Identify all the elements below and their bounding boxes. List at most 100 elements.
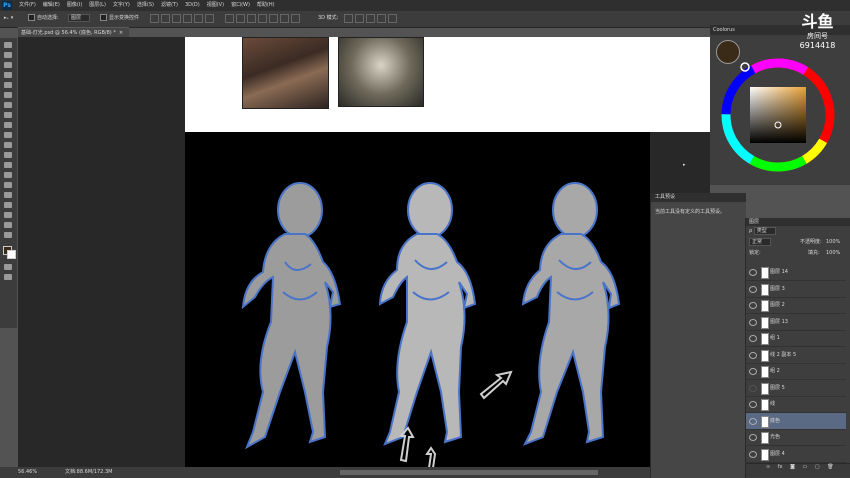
layer-row[interactable]: 图层 3	[746, 281, 846, 298]
type-tool-icon[interactable]	[4, 192, 12, 198]
layer-thumbnail	[761, 366, 769, 378]
doc-size-readout[interactable]: 文档:88.6M/172.3M	[65, 467, 112, 478]
crop-tool-icon[interactable]	[4, 82, 12, 88]
menu-item[interactable]: 滤镜(T)	[161, 0, 178, 11]
menu-item[interactable]: 帮助(H)	[257, 0, 275, 11]
fill-value[interactable]: 100%	[826, 248, 840, 259]
eyedropper-tool-icon[interactable]	[4, 92, 12, 98]
layer-row[interactable]: 线	[746, 396, 846, 413]
menu-item[interactable]: 窗口(W)	[231, 0, 250, 11]
layer-row[interactable]: 图层 4	[746, 446, 846, 463]
auto-select-dropdown[interactable]: 图层	[68, 14, 91, 23]
gradient-tool-icon[interactable]	[4, 152, 12, 158]
link-layers-icon[interactable]: ∞	[766, 464, 770, 470]
photoshop-logo: Ps	[2, 1, 12, 10]
show-transform-checkbox[interactable]: 显示变换控件	[100, 14, 139, 23]
history-brush-tool-icon[interactable]	[4, 132, 12, 138]
mode-3d-buttons[interactable]	[344, 14, 399, 23]
reference-image-2	[338, 37, 424, 107]
blend-opacity-row: 正常 不透明度: 100%	[746, 237, 850, 248]
menu-item[interactable]: 图层(L)	[89, 0, 106, 11]
menu-item[interactable]: 视图(V)	[207, 0, 224, 11]
blur-tool-icon[interactable]	[4, 162, 12, 168]
brush-tool-icon[interactable]	[4, 112, 12, 118]
add-mask-icon[interactable]: ◙	[790, 464, 795, 470]
eye-icon[interactable]	[749, 450, 757, 458]
new-layer-icon[interactable]: ▢	[815, 464, 820, 470]
menu-item[interactable]: 3D(D)	[185, 0, 200, 11]
close-icon[interactable]: ×	[119, 30, 123, 36]
horizontal-scrollbar[interactable]	[340, 470, 598, 475]
zoom-tool-icon[interactable]	[4, 232, 12, 238]
shape-tool-icon[interactable]	[4, 212, 12, 218]
opacity-value[interactable]: 100%	[826, 237, 840, 248]
layer-kind-dropdown[interactable]: 类型	[753, 227, 776, 235]
eye-icon[interactable]	[749, 335, 757, 342]
layer-filter-row[interactable]: ρ 类型	[746, 226, 850, 237]
layer-thumbnail	[761, 382, 769, 395]
zoom-readout[interactable]: 56.46%	[18, 467, 37, 478]
eye-icon[interactable]	[749, 417, 757, 425]
layer-row[interactable]: 图层 14	[746, 264, 846, 281]
panel-collapse-icon[interactable]: ▸	[683, 162, 686, 168]
menu-item[interactable]: 文字(Y)	[113, 0, 130, 11]
layer-row[interactable]: 组 1	[746, 330, 846, 347]
eye-icon[interactable]	[749, 269, 757, 276]
move-tool-preset[interactable]: ▸₊ ▾	[4, 14, 13, 23]
eye-icon[interactable]	[749, 401, 757, 408]
layers-panel-title: 图层	[746, 218, 850, 226]
eye-icon[interactable]	[749, 351, 757, 359]
lock-label: 锁定:	[749, 250, 761, 256]
layer-row[interactable]: 图层 13	[746, 314, 846, 331]
delete-layer-icon[interactable]: 🗑	[827, 464, 833, 470]
healing-tool-icon[interactable]	[4, 102, 12, 108]
lasso-tool-icon[interactable]	[4, 62, 12, 68]
auto-select-checkbox[interactable]: 自动选择:	[28, 14, 59, 23]
layer-thumbnail	[761, 300, 769, 312]
menu-item[interactable]: 选择(S)	[137, 0, 154, 11]
quick-mask-icon[interactable]	[4, 264, 12, 270]
distribute-buttons[interactable]	[225, 14, 302, 23]
layer-row[interactable]: 图层 5	[746, 380, 846, 397]
eye-icon[interactable]	[749, 368, 757, 375]
marquee-tool-icon[interactable]	[4, 52, 12, 58]
layer-row[interactable]: 组 2	[746, 363, 846, 380]
background-color-swatch[interactable]	[7, 250, 16, 259]
layer-row[interactable]: 线 2 副本 5	[746, 347, 846, 364]
fill-label: 填充:	[808, 250, 820, 256]
menu-item[interactable]: 图像(I)	[67, 0, 82, 11]
eye-icon[interactable]	[749, 302, 757, 309]
layer-row[interactable]: 底色	[746, 412, 846, 430]
watermark-sub: 房间号	[807, 32, 828, 40]
menu-items: 文件(F) 编辑(E) 图像(I) 图层(L) 文字(Y) 选择(S) 滤镜(T) 3D(D)…	[19, 0, 275, 11]
layer-name: 光色	[770, 434, 781, 440]
eraser-tool-icon[interactable]	[4, 142, 12, 148]
clone-stamp-tool-icon[interactable]	[4, 122, 12, 128]
eye-icon[interactable]	[749, 384, 757, 392]
add-style-icon[interactable]: fx	[778, 464, 783, 470]
layer-row[interactable]: 光色	[746, 429, 846, 446]
color-wheel[interactable]	[718, 55, 838, 175]
figure-canvas[interactable]: ▸	[185, 132, 686, 469]
hand-tool-icon[interactable]	[4, 222, 12, 228]
align-buttons[interactable]	[150, 14, 216, 23]
pen-tool-icon[interactable]	[4, 182, 12, 188]
layer-thumbnail	[761, 333, 769, 345]
path-select-tool-icon[interactable]	[4, 202, 12, 208]
layer-row[interactable]: 图层 2	[746, 297, 846, 314]
layer-name: 线	[770, 401, 776, 407]
eye-icon[interactable]	[749, 318, 757, 326]
move-tool-icon[interactable]	[4, 42, 12, 48]
blend-mode-dropdown[interactable]: 正常	[749, 238, 772, 246]
menu-item[interactable]: 编辑(E)	[43, 0, 60, 11]
menu-item[interactable]: 文件(F)	[19, 0, 36, 11]
new-group-icon[interactable]: ▭	[803, 464, 808, 470]
layer-name: 图层 2	[770, 302, 785, 308]
eye-icon[interactable]	[749, 434, 757, 441]
screen-mode-icon[interactable]	[4, 274, 12, 280]
quick-select-tool-icon[interactable]	[4, 72, 12, 78]
layer-thumbnail	[761, 399, 769, 411]
dodge-tool-icon[interactable]	[4, 172, 12, 178]
eye-icon[interactable]	[749, 285, 757, 293]
mode-3d-label: 3D 模式:	[318, 15, 339, 21]
